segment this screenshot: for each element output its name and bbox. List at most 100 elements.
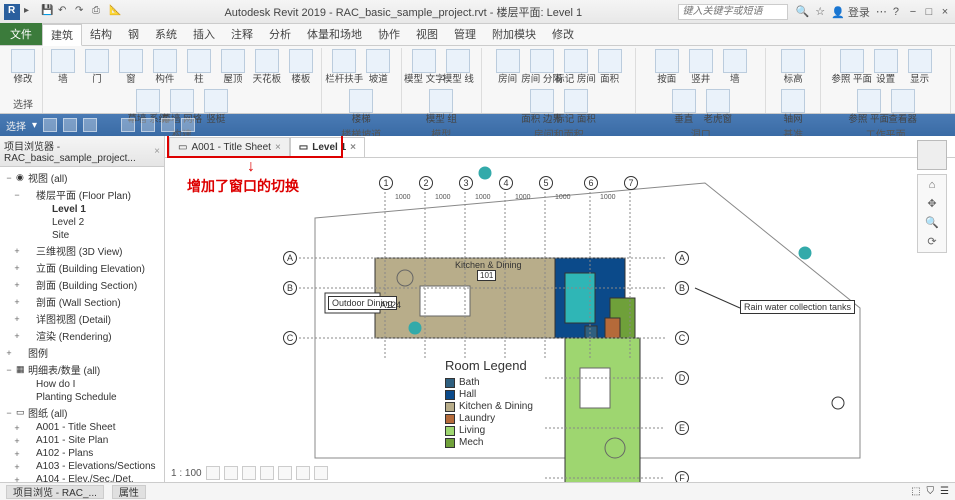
ribbon-tab-结构[interactable]: 结构 [82,23,120,45]
tree-item[interactable]: +详图视图 (Detail) [0,310,164,327]
hide-icon[interactable] [296,466,310,480]
ribbon-tab-协作[interactable]: 协作 [370,23,408,45]
opt-icon-2[interactable] [63,118,77,132]
tree-expander-icon[interactable]: − [4,365,14,375]
ribbon-btn-模型 文字[interactable]: 模型 文字 [408,48,440,86]
reveal-icon[interactable] [314,466,328,480]
tree-expander-icon[interactable]: + [12,423,22,433]
browser-close-icon[interactable]: × [154,146,160,157]
tree-expander-icon[interactable]: − [4,173,14,183]
ribbon-tab-体量和场地[interactable]: 体量和场地 [299,23,370,45]
ribbon-btn-显示[interactable]: 显示 [904,48,936,86]
ribbon-tab-分析[interactable]: 分析 [261,23,299,45]
tree-item[interactable]: +剖面 (Building Section) [0,276,164,293]
orbit-icon[interactable]: ⟳ [927,235,936,248]
ribbon-tab-修改[interactable]: 修改 [544,23,582,45]
ribbon-btn-修改[interactable]: 修改 [7,48,39,86]
tree-item[interactable]: −楼层平面 (Floor Plan) [0,186,164,203]
filter-icon[interactable]: ☰ [940,486,949,497]
home-icon[interactable]: ⌂ [929,179,936,191]
ribbon-tab-注释[interactable]: 注释 [223,23,261,45]
tree-expander-icon[interactable]: + [12,246,22,256]
opt-icon-5[interactable] [141,118,155,132]
print-icon[interactable]: ⎙ [92,5,106,19]
tree-item[interactable]: +立面 (Building Elevation) [0,259,164,276]
ribbon-btn-模型 线[interactable]: 模型 线 [442,48,474,86]
ribbon-tab-钢[interactable]: 钢 [120,23,147,45]
visual-style-icon[interactable] [224,466,238,480]
ribbon-tab-视图[interactable]: 视图 [408,23,446,45]
opt-icon-4[interactable] [121,118,135,132]
pan-icon[interactable]: ✥ [927,197,936,210]
tree-expander-icon[interactable]: + [12,331,22,341]
ribbon-btn-老虎窗[interactable]: 老虎窗 [702,88,734,126]
tree-item[interactable]: −▭图纸 (all) [0,404,164,421]
tree-item[interactable]: Planting Schedule [0,391,164,404]
tree-expander-icon[interactable]: + [12,263,22,273]
opt-icon-7[interactable] [181,118,195,132]
status-tab-browser[interactable]: 项目浏览 - RAC_... [6,485,104,499]
ribbon-btn-窗[interactable]: 窗 [115,48,147,86]
tree-item[interactable]: +图例 [0,344,164,361]
login-button[interactable]: 👤 登录 [831,4,870,20]
sun-path-icon[interactable] [242,466,256,480]
open-icon[interactable]: ▸ [24,5,38,19]
redo-icon[interactable]: ↷ [75,5,89,19]
ribbon-btn-竖井[interactable]: 竖井 [685,48,717,86]
favorite-icon[interactable]: ☆ [815,5,825,18]
help-icon[interactable]: ? [893,6,899,18]
ribbon-btn-楼梯[interactable]: 楼梯 [345,88,377,126]
tree-expander-icon[interactable]: + [12,436,22,446]
crop-icon[interactable] [278,466,292,480]
tree-item[interactable]: How do I [0,378,164,391]
ribbon-tab-管理[interactable]: 管理 [446,23,484,45]
ribbon-btn-模型 组[interactable]: 模型 组 [425,88,457,126]
ribbon-btn-房间[interactable]: 房间 [492,48,524,86]
tree-item[interactable]: +A001 - Title Sheet [0,421,164,434]
opt-icon-3[interactable] [83,118,97,132]
ribbon-btn-设置[interactable]: 设置 [870,48,902,86]
doc-tab-close-icon[interactable]: × [350,142,356,153]
tree-expander-icon[interactable]: + [12,462,22,472]
tree-expander-icon[interactable]: + [4,348,14,358]
dropdown-icon[interactable]: ▾ [32,120,37,131]
tree-item[interactable]: +三维视图 (3D View) [0,242,164,259]
ribbon-btn-门[interactable]: 门 [81,48,113,86]
tree-item[interactable]: +A101 - Site Plan [0,434,164,447]
tree-expander-icon[interactable]: + [12,449,22,459]
ribbon-tab-建筑[interactable]: 建筑 [42,24,82,46]
opt-icon-1[interactable] [43,118,57,132]
viewcube[interactable] [917,140,947,170]
maximize-button[interactable]: □ [923,6,935,18]
ribbon-btn-标记 面积[interactable]: 标记 面积 [560,88,592,126]
tree-expander-icon[interactable]: + [12,475,22,483]
tree-item[interactable]: −▦明细表/数量 (all) [0,361,164,378]
doc-tab[interactable]: ▭A001 - Title Sheet× [169,137,290,157]
worksets-icon[interactable]: ⬚ [911,486,920,497]
doc-tab-close-icon[interactable]: × [275,142,281,153]
ribbon-btn-天花板[interactable]: 天花板 [251,48,283,86]
tree-expander-icon[interactable]: + [12,314,22,324]
zoom-icon[interactable]: 🔍 [925,216,939,229]
app-exchange-icon[interactable]: ⋯ [876,5,887,18]
ribbon-btn-坡道[interactable]: 坡道 [362,48,394,86]
tree-item[interactable]: −◉视图 (all) [0,169,164,186]
ribbon-btn-房间 分隔[interactable]: 房间 分隔 [526,48,558,86]
tree-expander-icon[interactable]: + [12,297,22,307]
ribbon-btn-栏杆扶手[interactable]: 栏杆扶手 [328,48,360,86]
drawing-canvas[interactable]: 1210003100041000510006100071000 ABC ABCD… [165,158,955,482]
ribbon-btn-竖梃[interactable]: 竖梃 [200,88,232,126]
tree-item[interactable]: +剖面 (Wall Section) [0,293,164,310]
ribbon-btn-屋顶[interactable]: 屋顶 [217,48,249,86]
file-tab[interactable]: 文件 [0,23,42,45]
detail-level-icon[interactable] [206,466,220,480]
ribbon-btn-按面[interactable]: 按面 [651,48,683,86]
tree-item[interactable]: Site [0,229,164,242]
ribbon-tab-插入[interactable]: 插入 [185,23,223,45]
ribbon-btn-垂直[interactable]: 垂直 [668,88,700,126]
minimize-button[interactable]: − [907,6,919,18]
tree-item[interactable]: Level 2 [0,216,164,229]
tree-expander-icon[interactable]: − [4,408,14,418]
ribbon-btn-面积 边界[interactable]: 面积 边界 [526,88,558,126]
infocenter-icon[interactable]: 🔍 [796,5,810,18]
